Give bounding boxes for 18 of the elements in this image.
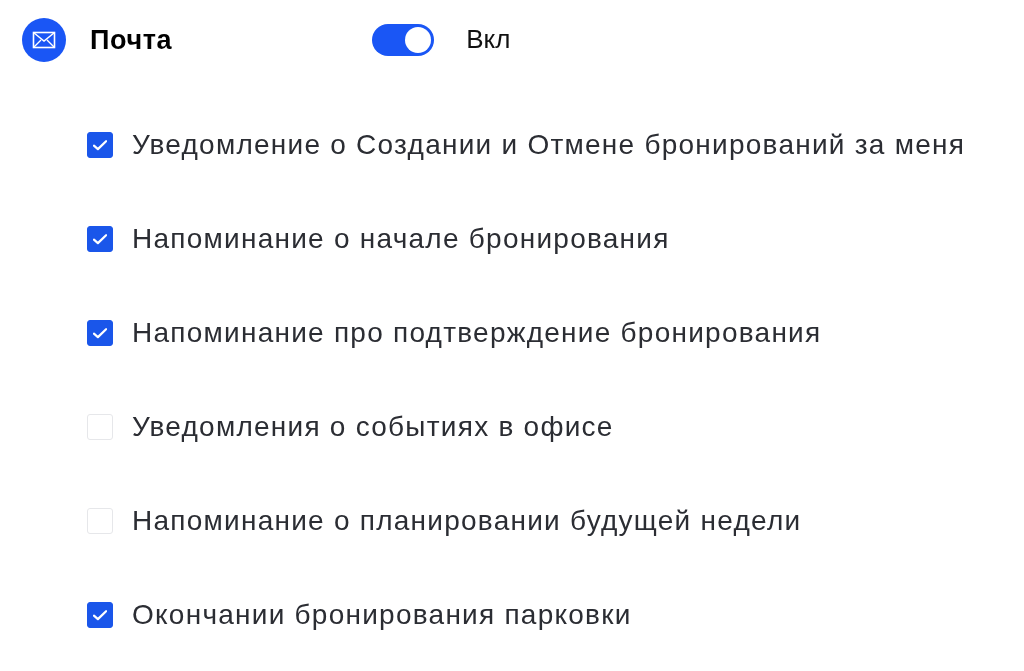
toggle-switch[interactable]: [372, 24, 435, 56]
checkbox[interactable]: [87, 320, 113, 346]
option-label: Напоминание о планировании будущей недели: [132, 504, 802, 538]
checkbox[interactable]: [87, 602, 113, 628]
checkbox[interactable]: [87, 132, 113, 158]
option-label: Уведомления о событиях в офисе: [132, 410, 614, 444]
check-icon: [93, 139, 107, 151]
checkbox[interactable]: [87, 226, 113, 252]
check-icon: [93, 609, 107, 621]
check-icon: [93, 327, 107, 339]
check-icon: [93, 233, 107, 245]
option-label: Напоминание о начале бронирования: [132, 222, 670, 256]
section-title: Почта: [90, 23, 173, 57]
toggle-label: Вкл: [466, 24, 511, 56]
mail-icon: [22, 18, 66, 62]
option-label: Окончании бронирования парковки: [132, 598, 632, 632]
option-label: Напоминание про подтверждение бронирования: [132, 316, 822, 350]
option-label: Уведомление о Создании и Отмене бронирований за меня: [132, 128, 966, 162]
